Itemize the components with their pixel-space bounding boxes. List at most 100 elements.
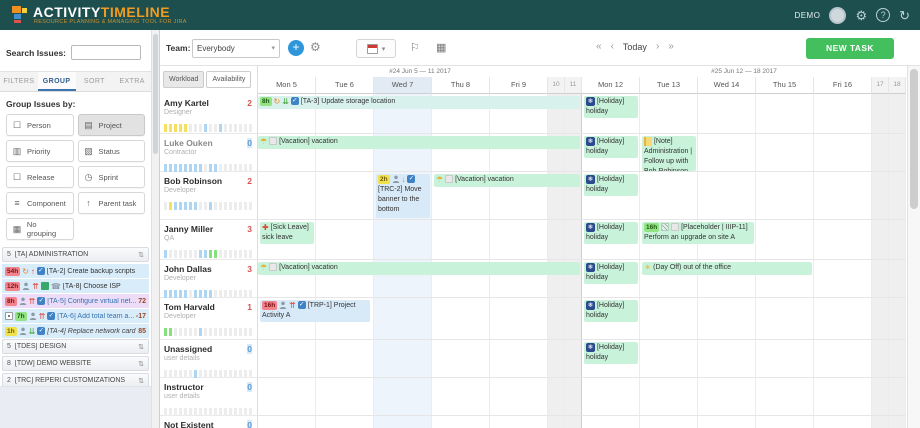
timeline-row [258, 340, 906, 378]
task-vacation-bob[interactable]: ☂ [Vacation] vacation [434, 174, 580, 187]
workload-bars [164, 197, 254, 206]
tab-group[interactable]: GROUP [38, 72, 76, 91]
task-holiday-john[interactable]: ❄ [Holiday] holiday [584, 262, 638, 284]
estimate-badge: 7h [15, 312, 27, 321]
person-row-luke[interactable]: Luke Ouken 0 Contractor [160, 134, 258, 172]
task-label: [Vacation] vacation [279, 138, 338, 145]
box-icon [445, 175, 453, 183]
workload-bars [164, 119, 254, 128]
issue-row-ta5[interactable]: 8h ⇈ ✓ [TA-5] Configure virtual net... 7… [2, 294, 149, 308]
tab-extra[interactable]: EXTRA [113, 72, 151, 91]
task-label: [TRP-1] Project Activity A [262, 302, 356, 319]
assignee-icon [19, 327, 27, 335]
sidebar-scrollbar[interactable] [151, 30, 159, 428]
nav-first-icon[interactable]: « [596, 41, 602, 52]
task-holiday-luke[interactable]: ❄ [Holiday] holiday [584, 136, 638, 158]
user-avatar[interactable] [829, 7, 846, 24]
person-row-bob[interactable]: Bob Robinson 2 Developer [160, 172, 258, 220]
issue-metric: 72 [138, 298, 146, 305]
group-by-person-button[interactable]: ☐Person [6, 114, 74, 136]
task-day-off[interactable]: ☀ (Day Off) out of the office [642, 262, 812, 275]
sick-leave-icon: ✚ [262, 223, 269, 232]
sort-arrows-icon[interactable]: ⇅ [138, 251, 144, 259]
planner-grid-icon[interactable]: ▦ [436, 41, 446, 54]
task-trp1[interactable]: 16h ⇈ ✓ [TRP-1] Project Activity A [260, 300, 370, 322]
estimate-badge: 2h [378, 175, 390, 184]
tab-availability[interactable]: Availability [206, 71, 251, 88]
issue-row-ta2[interactable]: 54h ↻ ↑ ✓ [TA-2] Create backup scripts [2, 264, 149, 278]
main-toolbar: Team: Everybody ▾ + ⚙ ▾ ⚐ ▦ « ‹ Today › … [160, 30, 920, 66]
tab-filters[interactable]: FILTERS [0, 72, 38, 91]
estimate-badge: 8h [5, 297, 17, 306]
person-row-janny[interactable]: Janny Miller 3 QA [160, 220, 258, 260]
sidebar-scroll-thumb[interactable] [153, 34, 158, 154]
today-button[interactable]: Today [623, 42, 647, 52]
priority-lower-icon: ↓ [402, 175, 406, 184]
group-by-release-button[interactable]: ☐Release [6, 166, 74, 188]
expand-box-icon[interactable] [5, 312, 13, 320]
issue-metric: 85 [138, 328, 146, 335]
settings-gear-icon[interactable]: ⚙ [855, 7, 867, 24]
nav-prev-icon[interactable]: ‹ [611, 41, 614, 52]
person-row-instructor[interactable]: Instructor 0 user details [160, 378, 258, 416]
sort-arrows-icon[interactable]: ⇅ [138, 343, 144, 351]
group-by-project-button[interactable]: ▤Project [78, 114, 146, 136]
priority-blocker-icon: ⇈ [32, 282, 39, 291]
group-by-status-button[interactable]: ▧Status [78, 140, 146, 162]
task-holiday-tom[interactable]: ❄ [Holiday] holiday [584, 300, 638, 322]
tab-workload[interactable]: Workload [163, 71, 204, 88]
person-row-not-existent[interactable]: Not Existent 0 [160, 416, 258, 428]
issue-row-ta4[interactable]: 1h ⇊ ✓ [TA-4] Replace network card 85 [2, 324, 149, 338]
group-count: 5 [7, 343, 11, 350]
new-task-button[interactable]: NEW TASK [806, 38, 894, 59]
task-vacation-john[interactable]: ☂ [Vacation] vacation [258, 262, 580, 275]
group-by-priority-button[interactable]: ▥Priority [6, 140, 74, 162]
person-row-tom[interactable]: Tom Harvald 1 Developer [160, 298, 258, 340]
person-row-john[interactable]: John Dallas 3 Developer [160, 260, 258, 298]
timeline-scroll-thumb[interactable] [910, 69, 918, 209]
timeline-scrollbar[interactable] [907, 66, 920, 428]
issue-row-ta8[interactable]: 12h ⇈ ☎ [TA-8] Choose ISP [2, 279, 149, 293]
priority-blocker-icon: ⇈ [39, 312, 46, 321]
task-sick-leave[interactable]: ✚ [Sick Leave] sick leave [260, 222, 314, 244]
group-by-component-button[interactable]: ≡Component [6, 192, 74, 214]
day-header: Mon 5 [258, 77, 316, 94]
workload-bars [164, 245, 254, 254]
group-by-sprint-button[interactable]: ◷Sprint [78, 166, 146, 188]
task-holiday-janny[interactable]: ❄ [Holiday] holiday [584, 222, 638, 244]
view-mode-dropdown[interactable]: ▾ [356, 39, 396, 58]
sort-arrows-icon[interactable]: ⇅ [138, 360, 144, 368]
person-row-unassigned[interactable]: Unassigned 0 user details [160, 340, 258, 378]
person-name: Unassigned [164, 344, 212, 354]
group-by-parent-task-button[interactable]: ↑Parent task [78, 192, 146, 214]
subtask-icon [41, 282, 49, 290]
task-ta3[interactable]: 8h ↻ ⇊ ✓ [TA-3] Update storage location [258, 96, 580, 109]
search-issues-input[interactable] [71, 45, 141, 60]
person-row-amy[interactable]: Amy Kartel 2 Designer [160, 94, 258, 134]
nav-last-icon[interactable]: » [668, 41, 674, 52]
day-header: Wed 14 [698, 77, 756, 94]
group-by-no-grouping-button[interactable]: ▦No grouping [6, 218, 74, 240]
task-trc2[interactable]: 2h ↓ ✓ [TRC-2] Move banner to the bottom [376, 174, 430, 218]
task-placeholder[interactable]: 16h [Placeholder | IIIP-11] Perform an u… [642, 222, 754, 244]
task-holiday-unassigned[interactable]: ❄ [Holiday] holiday [584, 342, 638, 364]
group-header-tdes[interactable]: 5 [TDES] DESIGN ⇅ [2, 339, 149, 354]
team-select[interactable]: Everybody ▾ [192, 39, 280, 58]
task-holiday-amy[interactable]: ❄ [Holiday] holiday [584, 96, 638, 118]
milestones-flag-icon[interactable]: ⚐ [410, 41, 420, 54]
nav-next-icon[interactable]: › [656, 41, 659, 52]
box-icon [269, 137, 277, 145]
issue-row-ta6[interactable]: 7h ⇈ ✓ [TA-6] Add total team a... -17 [2, 309, 149, 323]
refresh-icon[interactable]: ↻ [899, 7, 910, 24]
group-header-ta[interactable]: 5 [TA] ADMINISTRATION ⇅ [2, 247, 149, 262]
task-holiday-bob[interactable]: ❄ [Holiday] holiday [584, 174, 638, 196]
tab-sort[interactable]: SORT [76, 72, 114, 91]
help-icon[interactable]: ? [876, 8, 890, 22]
sort-arrows-icon[interactable]: ⇅ [138, 377, 144, 385]
group-header-tdw[interactable]: 8 [TDW] DEMO WEBSITE ⇅ [2, 356, 149, 371]
timeline-row [258, 220, 906, 260]
task-vacation-luke[interactable]: ☂ [Vacation] vacation [258, 136, 580, 149]
team-settings-icon[interactable]: ⚙ [310, 40, 321, 54]
add-team-button[interactable]: + [288, 40, 304, 56]
task-note[interactable]: [Note] Administration | Follow up with B… [642, 136, 696, 171]
